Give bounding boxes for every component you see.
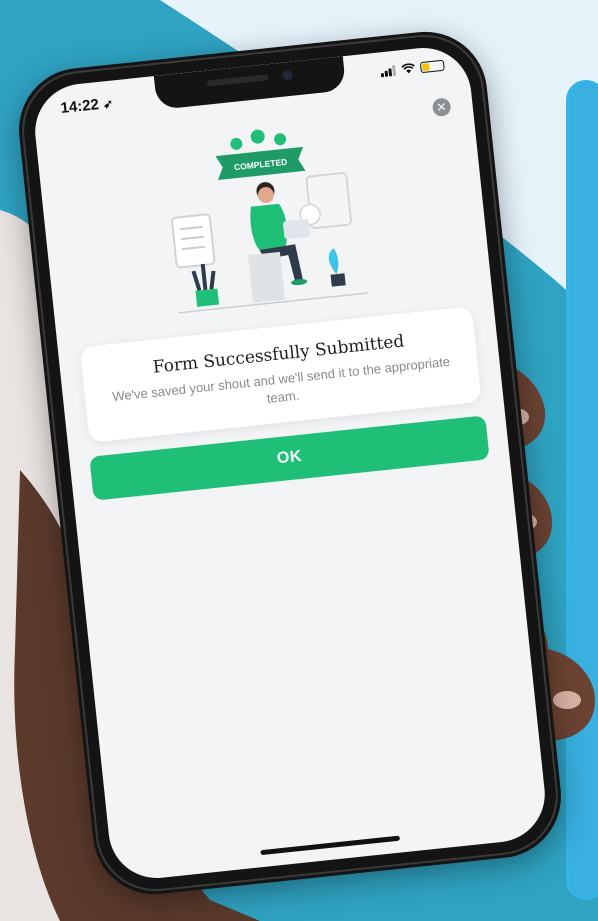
location-arrow-icon: ➶ — [102, 96, 114, 112]
close-icon[interactable]: ✕ — [431, 97, 452, 118]
signal-icon — [380, 64, 397, 78]
battery-icon — [419, 59, 445, 74]
phone: 14:22 ➶ ✕ COMPLETED Form Successfully Su… — [12, 25, 568, 901]
status-icons — [380, 59, 445, 78]
completed-illustration: COMPLETED — [171, 129, 368, 314]
phone-screen: 14:22 ➶ ✕ COMPLETED Form Successfully Su… — [30, 43, 550, 883]
camera-icon — [281, 69, 293, 81]
wifi-icon — [401, 63, 415, 74]
status-time: 14:22 ➶ — [59, 96, 114, 117]
home-indicator[interactable] — [260, 835, 401, 856]
